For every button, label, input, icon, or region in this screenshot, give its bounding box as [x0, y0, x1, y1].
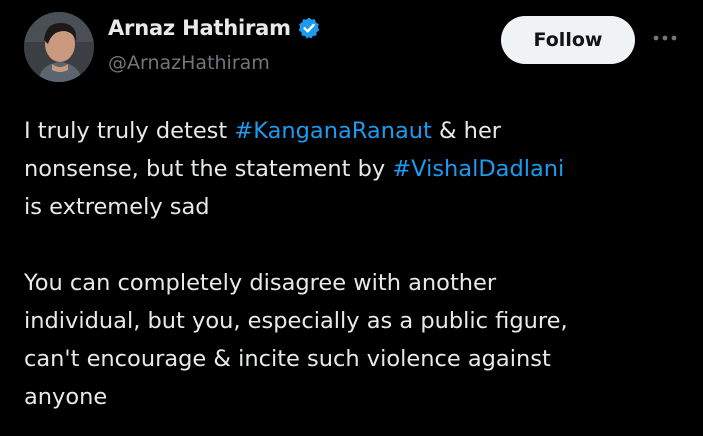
tweet-line: I truly truly detest #KanganaRanaut & he… [24, 112, 696, 150]
author-handle[interactable]: @ArnazHathiram [108, 52, 270, 74]
avatar[interactable] [24, 12, 94, 82]
tweet-card: Arnaz Hathiram @ArnazHathiram Follow I t… [0, 0, 703, 436]
verified-badge-icon [298, 17, 320, 39]
hashtag-link[interactable]: #VishalDadlani [392, 156, 564, 182]
tweet-line: anyone [24, 384, 108, 410]
display-name[interactable]: Arnaz Hathiram [108, 16, 291, 40]
tweet-text-segment: & her [431, 118, 502, 144]
tweet-line: nonsense, but the statement by #VishalDa… [24, 150, 696, 188]
more-options-icon[interactable] [652, 33, 678, 43]
tweet-line: is extremely sad [24, 194, 210, 220]
tweet-text-segment: nonsense, but the statement by [24, 156, 393, 182]
tweet-text: I truly truly detest #KanganaRanaut & he… [24, 112, 696, 416]
author-name-row[interactable]: Arnaz Hathiram [108, 16, 321, 40]
tweet-text-segment: I truly truly detest [24, 118, 235, 144]
follow-button[interactable]: Follow [501, 16, 635, 64]
tweet-line: can't encourage & incite such violence a… [24, 346, 551, 372]
tweet-line: You can completely disagree with another [24, 270, 497, 296]
tweet-line: individual, but you, especially as a pub… [24, 308, 568, 334]
hashtag-link[interactable]: #KanganaRanaut [234, 118, 431, 144]
profile-photo-icon [24, 12, 94, 82]
